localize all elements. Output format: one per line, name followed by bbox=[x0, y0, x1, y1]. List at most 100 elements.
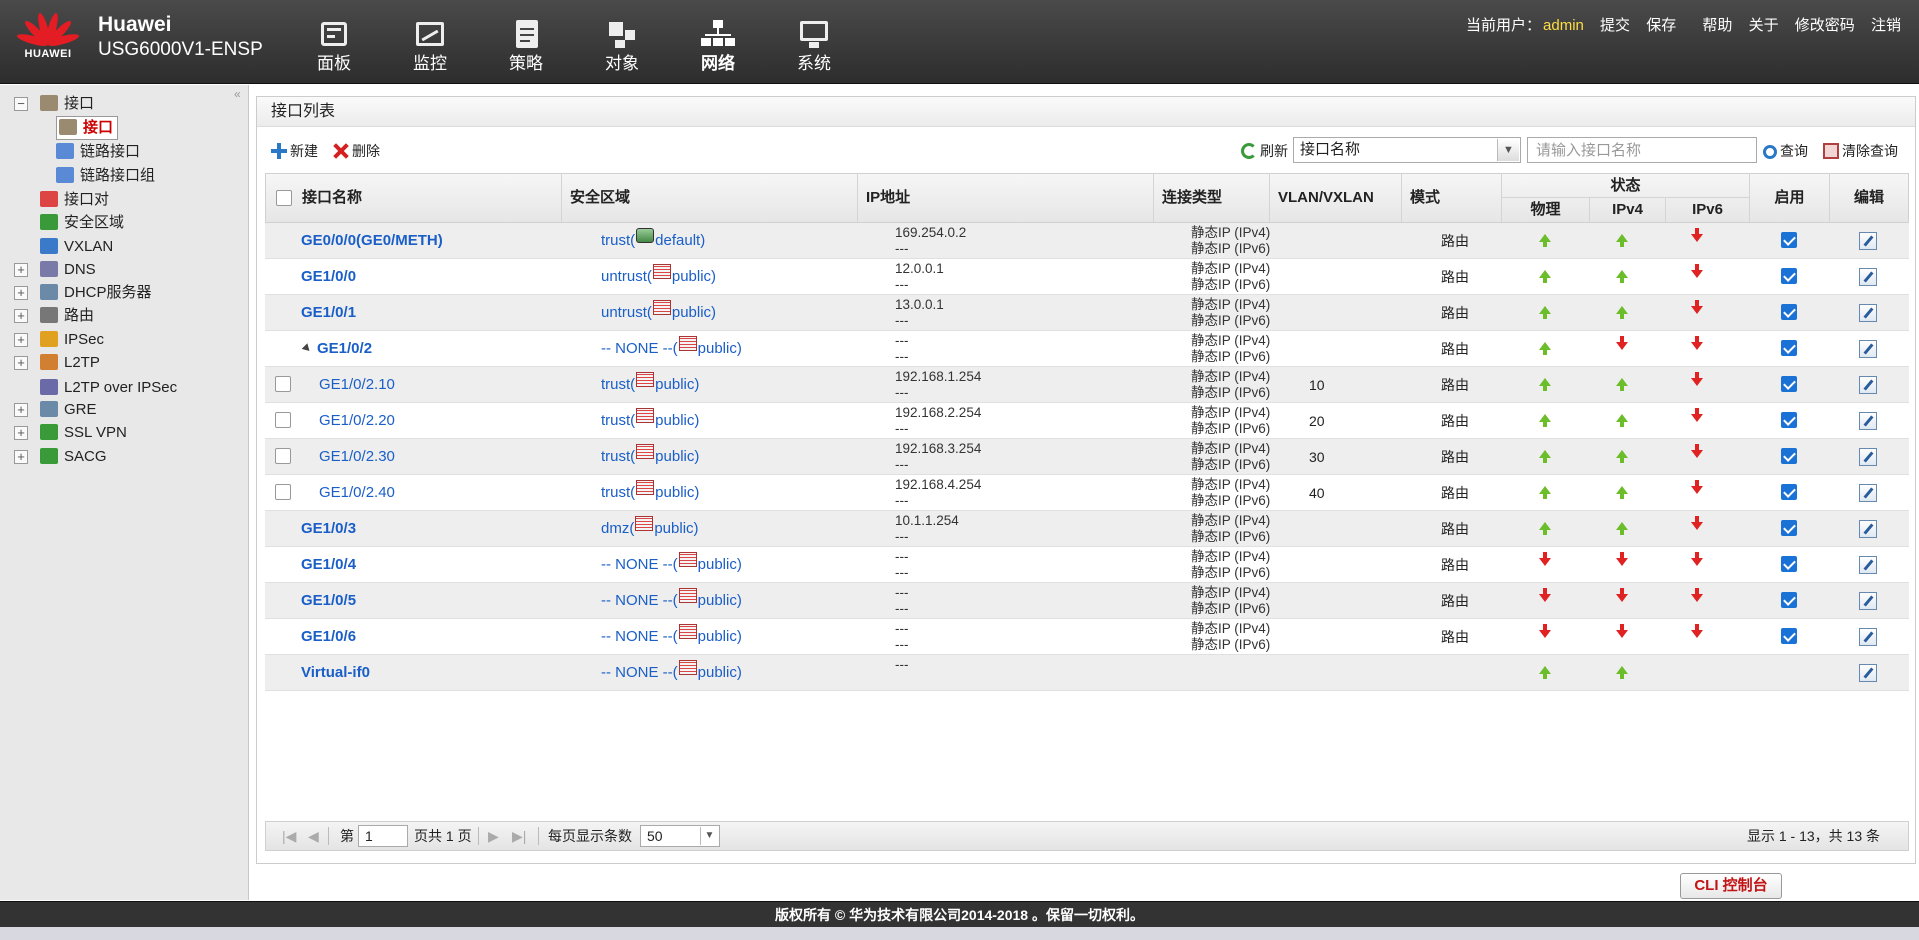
row-checkbox[interactable] bbox=[275, 376, 291, 392]
table-row[interactable]: GE1/0/2.40 trust(public) 192.168.4.254 --- 静… bbox=[265, 475, 1909, 511]
enable-checkbox[interactable] bbox=[1781, 592, 1797, 608]
edit-icon[interactable] bbox=[1859, 448, 1877, 466]
security-zone[interactable]: trust(public) bbox=[601, 403, 699, 439]
table-row[interactable]: GE1/0/2.30 trust(public) 192.168.3.254 --- 静… bbox=[265, 439, 1909, 475]
row-checkbox[interactable] bbox=[275, 448, 291, 464]
expand-icon[interactable]: + bbox=[14, 333, 28, 347]
table-row[interactable]: GE1/0/2 -- NONE --(public) --- --- 静态IP (IPv… bbox=[265, 331, 1909, 367]
tree-item-3[interactable]: 链路接口组 bbox=[0, 163, 240, 189]
security-zone[interactable]: -- NONE --(public) bbox=[601, 547, 742, 583]
security-zone[interactable]: -- NONE --(public) bbox=[601, 331, 742, 367]
enable-checkbox[interactable] bbox=[1781, 448, 1797, 464]
last-page-icon[interactable]: ▶| bbox=[512, 822, 526, 850]
prev-page-icon[interactable]: ◀ bbox=[308, 822, 319, 850]
security-zone[interactable]: trust(public) bbox=[601, 475, 699, 511]
next-page-icon[interactable]: ▶ bbox=[488, 822, 499, 850]
interface-name[interactable]: Virtual-if0 bbox=[301, 655, 370, 691]
edit-icon[interactable] bbox=[1859, 664, 1877, 682]
new-button[interactable]: 新建 bbox=[271, 139, 318, 163]
table-row[interactable]: GE1/0/6 -- NONE --(public) --- --- 静态IP (IPv… bbox=[265, 619, 1909, 655]
edit-icon[interactable] bbox=[1859, 484, 1877, 502]
nav-network[interactable]: 网络 bbox=[670, 0, 766, 84]
page-number-input[interactable]: 1 bbox=[358, 825, 408, 847]
table-row[interactable]: Virtual-if0 -- NONE --(public) --- bbox=[265, 655, 1909, 691]
edit-icon[interactable] bbox=[1859, 628, 1877, 646]
security-zone[interactable]: -- NONE --(public) bbox=[601, 655, 742, 691]
refresh-button[interactable]: 刷新 bbox=[1241, 139, 1288, 163]
nav-dashboard[interactable]: 面板 bbox=[286, 0, 382, 84]
change-password-link[interactable]: 修改密码 bbox=[1795, 17, 1855, 34]
security-zone[interactable]: untrust(public) bbox=[601, 295, 716, 331]
edit-icon[interactable] bbox=[1859, 340, 1877, 358]
enable-checkbox[interactable] bbox=[1781, 304, 1797, 320]
tree-item-2[interactable]: 链路接口 bbox=[0, 139, 240, 165]
security-zone[interactable]: -- NONE --(public) bbox=[601, 583, 742, 619]
security-zone[interactable]: trust(default) bbox=[601, 223, 705, 259]
tree-item-1[interactable]: 接口 bbox=[0, 115, 240, 141]
security-zone[interactable]: trust(public) bbox=[601, 439, 699, 475]
interface-name[interactable]: GE1/0/2.10 bbox=[319, 367, 395, 403]
search-input[interactable] bbox=[1527, 137, 1757, 163]
interface-name[interactable]: GE1/0/1 bbox=[301, 295, 356, 331]
expand-icon[interactable]: + bbox=[14, 403, 28, 417]
security-zone[interactable]: -- NONE --(public) bbox=[601, 619, 742, 655]
select-all-checkbox[interactable] bbox=[276, 190, 292, 206]
enable-checkbox[interactable] bbox=[1781, 232, 1797, 248]
tree-item-9[interactable]: + 路由 bbox=[0, 303, 240, 329]
edit-icon[interactable] bbox=[1859, 268, 1877, 286]
security-zone[interactable]: dmz(public) bbox=[601, 511, 699, 547]
row-checkbox[interactable] bbox=[275, 412, 291, 428]
interface-name[interactable]: GE1/0/5 bbox=[301, 583, 356, 619]
enable-checkbox[interactable] bbox=[1781, 628, 1797, 644]
per-page-select[interactable]: 50 ▼ bbox=[640, 825, 720, 847]
col-ip[interactable]: IP地址 bbox=[858, 174, 1154, 222]
nav-monitor[interactable]: 监控 bbox=[382, 0, 478, 84]
interface-name[interactable]: GE1/0/2.30 bbox=[319, 439, 395, 475]
col-vlan[interactable]: VLAN/VXLAN bbox=[1270, 174, 1402, 222]
about-link[interactable]: 关于 bbox=[1749, 17, 1779, 34]
table-row[interactable]: GE0/0/0(GE0/METH) trust(default) 169.254.0… bbox=[265, 223, 1909, 259]
expand-icon[interactable]: + bbox=[14, 263, 28, 277]
tree-item-15[interactable]: + SACG bbox=[0, 444, 240, 470]
row-checkbox[interactable] bbox=[275, 484, 291, 500]
enable-checkbox[interactable] bbox=[1781, 340, 1797, 356]
security-zone[interactable]: untrust(public) bbox=[601, 259, 716, 295]
col-name[interactable]: 接口名称 bbox=[266, 174, 562, 222]
chevron-down-icon[interactable]: ▼ bbox=[700, 827, 718, 845]
interface-name[interactable]: GE1/0/3 bbox=[301, 511, 356, 547]
cli-console-button[interactable]: CLI 控制台 bbox=[1680, 873, 1782, 899]
expand-icon[interactable]: + bbox=[14, 426, 28, 440]
security-zone[interactable]: trust(public) bbox=[601, 367, 699, 403]
delete-button[interactable]: 删除 bbox=[333, 139, 380, 163]
edit-icon[interactable] bbox=[1859, 556, 1877, 574]
tree-item-5[interactable]: 安全区域 bbox=[0, 210, 240, 236]
interface-name[interactable]: GE1/0/2 bbox=[301, 331, 372, 367]
submit-link[interactable]: 提交 bbox=[1600, 17, 1630, 34]
expand-icon[interactable]: + bbox=[14, 356, 28, 370]
table-row[interactable]: GE1/0/1 untrust(public) 13.0.0.1 --- 静态IP (I… bbox=[265, 295, 1909, 331]
tree-item-14[interactable]: + SSL VPN bbox=[0, 420, 240, 446]
edit-icon[interactable] bbox=[1859, 232, 1877, 250]
table-row[interactable]: GE1/0/2.10 trust(public) 192.168.1.254 --- 静… bbox=[265, 367, 1909, 403]
edit-icon[interactable] bbox=[1859, 304, 1877, 322]
table-row[interactable]: GE1/0/4 -- NONE --(public) --- --- 静态IP (IPv… bbox=[265, 547, 1909, 583]
help-link[interactable]: 帮助 bbox=[1702, 17, 1732, 34]
interface-name[interactable]: GE0/0/0(GE0/METH) bbox=[301, 223, 443, 259]
query-button[interactable]: 查询 bbox=[1763, 139, 1808, 163]
edit-icon[interactable] bbox=[1859, 412, 1877, 430]
enable-checkbox[interactable] bbox=[1781, 484, 1797, 500]
table-row[interactable]: GE1/0/3 dmz(public) 10.1.1.254 --- 静态IP (IPv… bbox=[265, 511, 1909, 547]
filter-field-select[interactable]: 接口名称 ▼ bbox=[1293, 137, 1521, 163]
table-row[interactable]: GE1/0/0 untrust(public) 12.0.0.1 --- 静态IP (I… bbox=[265, 259, 1909, 295]
collapse-icon[interactable]: − bbox=[14, 97, 28, 111]
tree-item-0[interactable]: − 接口 bbox=[0, 91, 240, 117]
interface-name[interactable]: GE1/0/2.20 bbox=[319, 403, 395, 439]
enable-checkbox[interactable] bbox=[1781, 376, 1797, 392]
expand-icon[interactable]: + bbox=[14, 286, 28, 300]
table-row[interactable]: GE1/0/5 -- NONE --(public) --- --- 静态IP (IPv… bbox=[265, 583, 1909, 619]
expand-icon[interactable]: + bbox=[14, 450, 28, 464]
edit-icon[interactable] bbox=[1859, 520, 1877, 538]
clear-query-button[interactable]: 清除查询 bbox=[1823, 139, 1898, 163]
expander-icon[interactable] bbox=[301, 343, 313, 354]
save-link[interactable]: 保存 bbox=[1646, 17, 1676, 34]
